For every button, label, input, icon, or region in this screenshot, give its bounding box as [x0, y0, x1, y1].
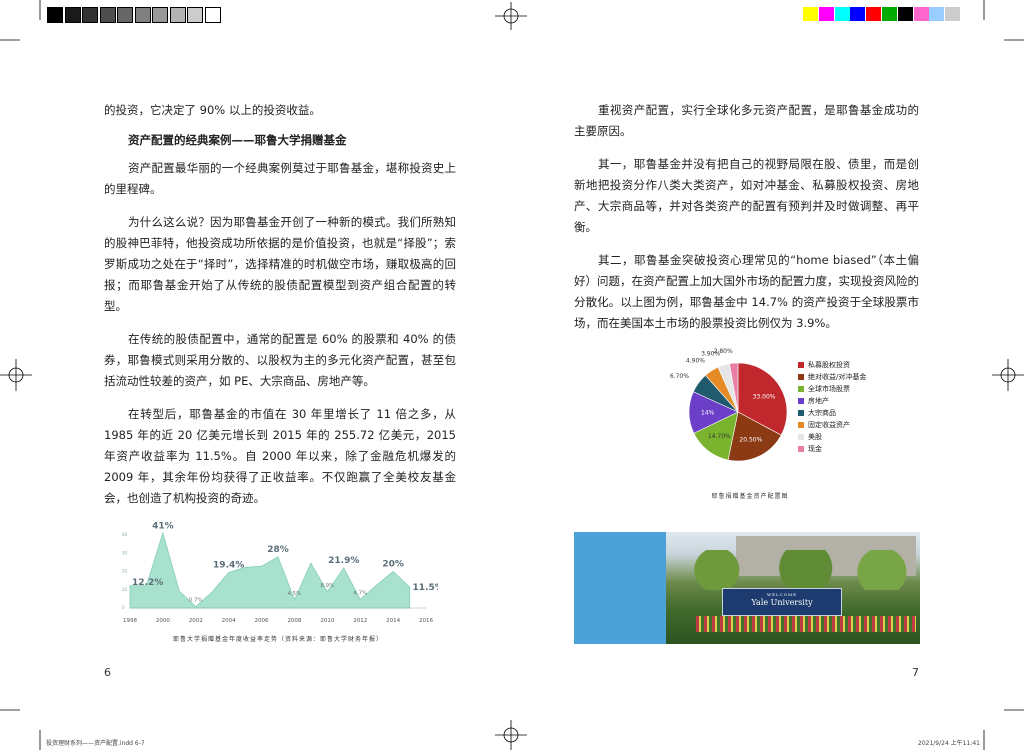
sign-title: Yale University — [751, 598, 813, 607]
right-paragraph-0: 重视资产配置，实行全球化多元资产配置，是耶鲁基金成功的主要原因。 — [574, 103, 919, 138]
x-tick-label: 2006 — [255, 618, 269, 624]
legend-swatch — [798, 422, 804, 428]
pie-legend: 私募股权投资绝对收益/对冲基金 全球市场股票 房地产大宗商品固定收益资产 美股现金 — [798, 359, 866, 455]
y-tick-label: 0 — [122, 605, 125, 610]
pie-chart-caption: 耶鲁捐赠基金资产配置图 — [711, 493, 789, 500]
left-paragraph-0: 的投资，它决定了 90% 以上的投资收益。 — [104, 103, 321, 117]
legend-item: 固定收益资产 — [798, 419, 866, 431]
legend-swatch — [798, 446, 804, 452]
legend-item: 美股 — [798, 431, 866, 443]
pie-slice-label: 6.70% — [670, 373, 689, 380]
x-tick-label: 2008 — [287, 618, 301, 624]
section-heading: 资产配置的经典案例——耶鲁大学捐赠基金 — [128, 133, 347, 147]
x-tick-label: 2000 — [156, 618, 170, 624]
legend-item: 现金 — [798, 443, 866, 455]
right-page-number: 7 — [912, 666, 919, 679]
y-tick-label: 40 — [122, 532, 128, 537]
point-label: 20% — [382, 560, 404, 570]
x-tick-label: 2002 — [189, 618, 203, 624]
y-tick-label: 30 — [122, 550, 128, 555]
photo-flowers — [696, 616, 916, 632]
right-paragraph-1: 其一，耶鲁基金并没有把自己的视野局限在股、债里，而是创新地把投资分作八类大类资产… — [574, 157, 919, 234]
yale-sign: WELCOME Yale University — [722, 588, 842, 616]
legend-label: 绝对收益/对冲基金 — [808, 373, 867, 381]
area-chart-caption: 耶鲁大学捐赠基金年度收益率走势（资料来源：耶鲁大学财务年报） — [172, 636, 383, 643]
left-page: 的投资，它决定了 90% 以上的投资收益。 资产配置的经典案例——耶鲁大学捐赠基… — [104, 100, 456, 509]
legend-item: 私募股权投资 — [798, 359, 866, 371]
pie-slice-label: 2.80% — [714, 348, 733, 355]
x-tick-label: 2016 — [419, 618, 433, 624]
x-tick-label: 2014 — [386, 618, 400, 624]
pie-slice-label: 4.90% — [686, 358, 705, 365]
y-tick-label: 20 — [122, 569, 128, 574]
legend-label: 私募股权投资 — [808, 361, 850, 369]
left-paragraph-3: 在传统的股债配置中，通常的配置是 60% 的股票和 40% 的债券，耶鲁模式则采… — [104, 332, 456, 388]
left-paragraph-2: 为什么这么说？因为耶鲁基金开创了一种新的模式。我们所熟知的股神巴菲特，他投资成功… — [104, 215, 456, 313]
legend-label: 大宗商品 — [808, 409, 836, 417]
point-label: 21.9% — [328, 556, 359, 566]
point-label: 41% — [152, 521, 174, 531]
annual-return-area-chart: 0 10 20 30 40 1998 2000 2002 2004 2006 2008 2010 201… — [122, 521, 438, 624]
legend-swatch — [798, 362, 804, 368]
legend-swatch — [798, 434, 804, 440]
photo-trees — [666, 550, 920, 590]
legend-swatch — [798, 374, 804, 380]
legend-item: 全球市场股票 — [798, 383, 866, 395]
legend-item: 大宗商品 — [798, 407, 866, 419]
point-label: 28% — [267, 545, 289, 555]
photo-scene: WELCOME Yale University — [666, 532, 920, 644]
point-label: 19.4% — [213, 561, 244, 571]
left-page-number: 6 — [104, 666, 111, 679]
x-tick-label: 2010 — [320, 618, 334, 624]
point-label: 4.5% — [287, 591, 301, 597]
point-label: 12.2% — [132, 578, 163, 588]
footer-file-slug: 投资理财系列——资产配置.indd 6-7 — [46, 740, 145, 747]
legend-label: 现金 — [808, 445, 822, 453]
legend-swatch — [798, 410, 804, 416]
pie-slice-label: 14.70% — [708, 433, 731, 440]
left-paragraph-4: 在转型后，耶鲁基金的市值在 30 年里增长了 11 倍之多，从 1985 年的近… — [104, 407, 456, 505]
x-tick-label: 2012 — [353, 618, 367, 624]
footer-timestamp: 2021/9/24 上午11:41 — [918, 740, 980, 747]
legend-label: 房地产 — [808, 397, 829, 405]
point-label: 11.5% — [413, 583, 438, 593]
x-tick-label: 1998 — [123, 618, 137, 624]
right-paragraph-2: 其二，耶鲁基金突破投资心理常见的“home biased”（本土偏好）问题，在资… — [574, 253, 919, 330]
pie-slice-label: 20.50% — [739, 437, 762, 444]
pie-slice-label: 33.00% — [753, 393, 776, 400]
legend-label: 固定收益资产 — [808, 421, 850, 429]
yale-photo: WELCOME Yale University — [574, 532, 920, 644]
legend-item: 房地产 — [798, 395, 866, 407]
point-label: 4.7% — [353, 590, 367, 596]
right-page: 重视资产配置，实行全球化多元资产配置，是耶鲁基金成功的主要原因。 其一，耶鲁基金… — [574, 100, 919, 334]
pie-slice-label: 14% — [701, 409, 715, 416]
y-tick-label: 10 — [122, 587, 128, 592]
point-label: 0.7% — [189, 598, 203, 604]
x-tick-label: 2004 — [222, 618, 236, 624]
legend-label: 全球市场股票 — [808, 385, 850, 393]
legend-swatch — [798, 398, 804, 404]
sign-welcome: WELCOME — [766, 592, 798, 597]
legend-swatch — [798, 386, 804, 392]
point-label: 8.9% — [320, 583, 334, 589]
legend-label: 美股 — [808, 433, 822, 441]
left-paragraph-1: 资产配置最华丽的一个经典案例莫过于耶鲁基金，堪称投资史上的里程碑。 — [104, 161, 456, 196]
photo-blue-panel — [574, 532, 666, 644]
legend-item: 绝对收益/对冲基金 — [798, 371, 866, 383]
